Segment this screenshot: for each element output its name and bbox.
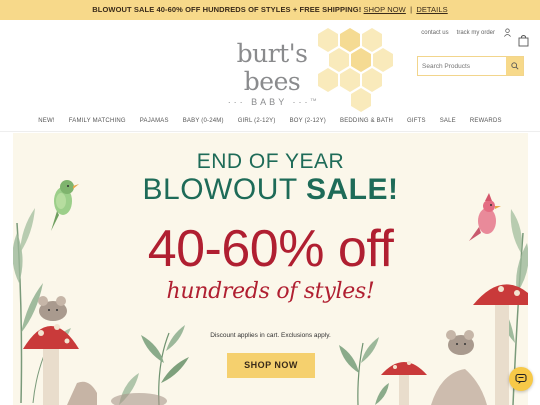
bottom-right-leaves-illustration xyxy=(339,337,379,405)
promo-details-link[interactable]: DETAILS xyxy=(416,5,447,14)
top-links: contact us track my order xyxy=(421,28,512,37)
nav-item-rewards[interactable]: REWARDS xyxy=(463,112,509,130)
user-icon[interactable] xyxy=(503,28,512,37)
promo-text: BLOWOUT SALE 40-60% OFF HUNDREDS OF STYL… xyxy=(92,5,362,14)
nav-item-girl[interactable]: GIRL (2-12Y) xyxy=(231,112,283,130)
hero-heading-blowout-sale: BLOWOUT SALE! xyxy=(13,173,528,207)
hero-banner[interactable]: END OF YEAR BLOWOUT SALE! 40-60% off hun… xyxy=(13,133,528,405)
search-box xyxy=(417,56,524,76)
contact-us-link[interactable]: contact us xyxy=(421,30,448,36)
search-icon xyxy=(510,62,519,70)
hero-heading-blowout: BLOWOUT xyxy=(142,173,306,206)
hero-disclaimer: Discount applies in cart. Exclusions app… xyxy=(210,332,331,339)
chat-icon xyxy=(515,373,527,384)
nav-item-bedding-bath[interactable]: BEDDING & BATH xyxy=(333,112,400,130)
site-header: burt's bees ··· BABY ···TM contact us tr… xyxy=(0,20,540,120)
nav-item-gifts[interactable]: GIFTS xyxy=(400,112,433,130)
search-input[interactable] xyxy=(418,57,506,75)
promo-bar: BLOWOUT SALE 40-60% OFF HUNDREDS OF STYL… xyxy=(0,0,540,20)
main-nav: NEW! FAMILY MATCHING PAJAMAS BABY (0-24M… xyxy=(0,112,540,130)
shop-now-button[interactable]: SHOP NOW xyxy=(227,353,315,378)
track-order-link[interactable]: track my order xyxy=(457,30,495,36)
hero-subheading: hundreds of styles! xyxy=(166,279,375,304)
hero-discount: 40-60% off xyxy=(147,220,394,278)
brand-logo[interactable]: burt's bees ··· BABY ···TM xyxy=(212,39,332,108)
promo-shop-now-link[interactable]: SHOP NOW xyxy=(364,5,406,14)
hero-heading-sale: SALE! xyxy=(305,173,399,206)
search-button[interactable] xyxy=(506,57,523,75)
header-divider xyxy=(0,131,540,132)
logo-baby: ··· BABY ···TM xyxy=(212,97,332,107)
logo-trademark: TM xyxy=(310,97,317,102)
logo-baby-text: ··· BABY ··· xyxy=(227,97,311,107)
nav-item-boy[interactable]: BOY (2-12Y) xyxy=(283,112,333,130)
promo-separator: | xyxy=(410,5,413,14)
shopping-bag-icon[interactable] xyxy=(518,34,529,47)
small-mushroom-illustration xyxy=(375,361,427,405)
nav-item-family-matching[interactable]: FAMILY MATCHING xyxy=(62,112,133,130)
nav-item-sale[interactable]: SALE xyxy=(433,112,463,130)
chat-button[interactable] xyxy=(509,367,533,391)
nav-item-new[interactable]: NEW! xyxy=(31,112,61,130)
hero-heading-end-of-year: END OF YEAR xyxy=(196,150,345,173)
logo-wordmark: burt's bees xyxy=(236,39,308,96)
nav-item-baby[interactable]: BABY (0-24M) xyxy=(176,112,231,130)
nav-item-pajamas[interactable]: PAJAMAS xyxy=(133,112,176,130)
